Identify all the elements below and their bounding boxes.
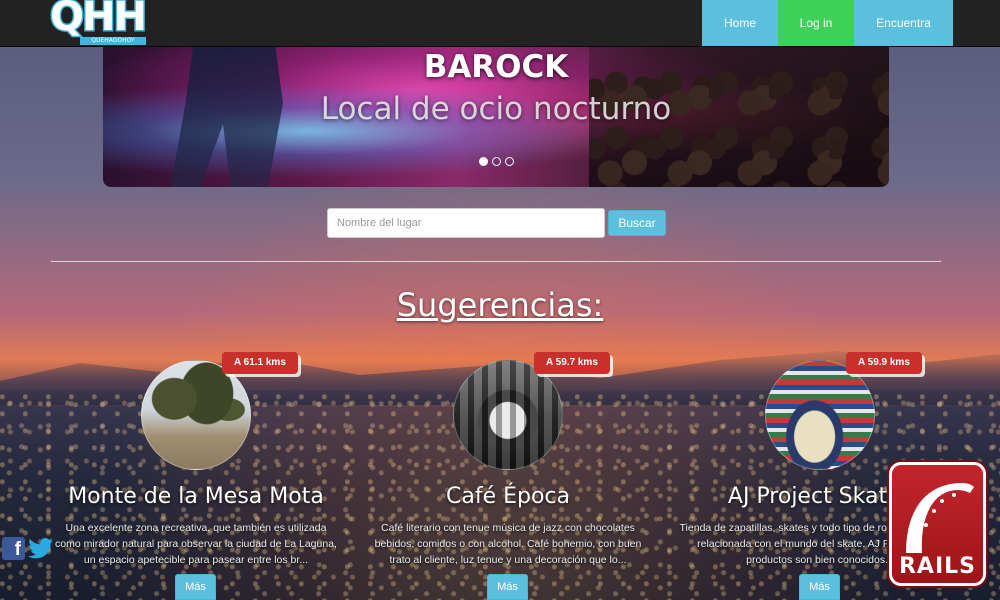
- skate-shop-photo-thumbnail[interactable]: [765, 360, 875, 470]
- suggestion-description: Café literario con tenue música de jazz …: [374, 522, 642, 566]
- nav-login-link[interactable]: Log in: [778, 0, 854, 46]
- carousel-indicator-2[interactable]: [491, 157, 501, 166]
- facebook-icon[interactable]: f: [2, 537, 25, 560]
- suggestion-card: A 61.1 kms Monte de la Mesa Mota Una exc…: [46, 352, 346, 600]
- search-button[interactable]: Buscar: [608, 210, 666, 236]
- carousel-indicator-3[interactable]: [504, 157, 514, 166]
- hero-carousel[interactable]: BAROCK Local de ocio nocturno: [103, 47, 889, 187]
- distance-badge: A 59.7 kms: [534, 352, 610, 374]
- more-button[interactable]: Más: [487, 574, 528, 600]
- distance-badge: A 61.1 kms: [222, 352, 298, 374]
- suggestions-title: Sugerencias:: [396, 286, 604, 324]
- trees-photo-thumbnail[interactable]: [141, 360, 251, 470]
- more-button[interactable]: Más: [799, 574, 840, 600]
- suggestion-card: A 59.7 kms Café Época Café literario con…: [358, 352, 658, 600]
- logo-text: QHH: [49, 0, 149, 42]
- navbar: QHH QUEHAGOHOY Home Log in Encuentra: [0, 0, 1000, 47]
- nav-home-link[interactable]: Home: [702, 0, 778, 46]
- search-input[interactable]: [327, 208, 605, 238]
- social-links: f: [2, 537, 54, 560]
- carousel-title: BAROCK: [423, 49, 569, 85]
- rails-label: RAILS: [898, 554, 976, 579]
- section-divider: [51, 261, 941, 262]
- nav-encuentra-link[interactable]: Encuentra: [854, 0, 953, 46]
- nav-links: Home Log in Encuentra: [702, 0, 953, 46]
- site-logo[interactable]: QHH QUEHAGOHOY: [49, 0, 149, 46]
- suggestion-description: Una excelente zona recreativa, que tambi…: [55, 522, 337, 566]
- rails-badge[interactable]: RAILS: [889, 462, 986, 586]
- carousel-indicators: [103, 151, 889, 170]
- carousel-subtitle: Local de ocio nocturno: [320, 91, 672, 127]
- espresso-machine-photo-thumbnail[interactable]: [453, 360, 563, 470]
- carousel-indicator-1[interactable]: [478, 157, 488, 166]
- twitter-icon[interactable]: [28, 537, 54, 560]
- distance-badge: A 59.9 kms: [846, 352, 922, 374]
- rails-logo-icon: [906, 483, 974, 553]
- logo-subtitle: QUEHAGOHOY: [80, 37, 146, 45]
- more-button[interactable]: Más: [175, 574, 216, 600]
